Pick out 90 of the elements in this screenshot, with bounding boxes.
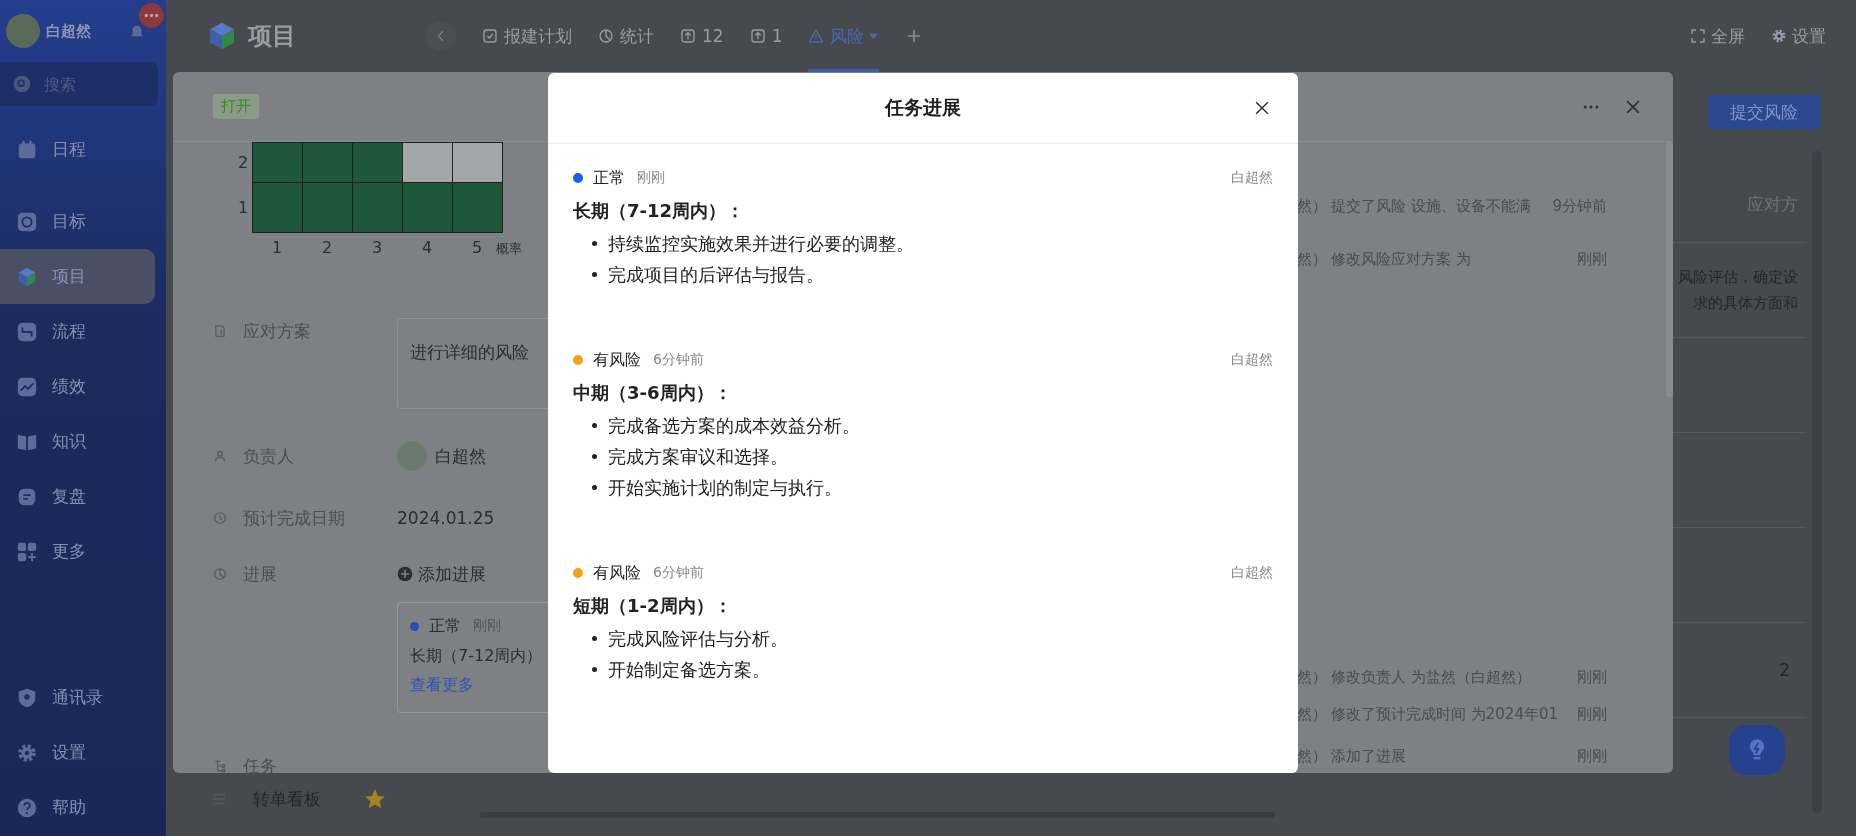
- axis-label: 1: [237, 196, 249, 219]
- progress-item: 开始实施计划的制定与执行。: [608, 476, 842, 500]
- status-tag: 打开: [213, 94, 259, 119]
- progress-item: 完成风险评估与分析。: [608, 627, 788, 651]
- time-label: 6分钟前: [653, 564, 704, 582]
- star-icon[interactable]: [365, 789, 385, 809]
- tab[interactable]: 12: [680, 0, 724, 72]
- axis-label: 1: [270, 237, 284, 257]
- nav-item[interactable]: 通讯录: [0, 670, 155, 725]
- progress-heading: 长期（7-12周内）：: [573, 199, 746, 223]
- bullet-icon: [592, 485, 597, 490]
- axis-label: 4: [420, 237, 434, 257]
- pie-icon: [213, 567, 227, 581]
- owner-name: 白超然: [435, 445, 486, 468]
- search-icon: [12, 74, 32, 94]
- person-icon: [213, 449, 227, 463]
- flow-icon: [16, 320, 38, 343]
- nav-item[interactable]: 更多: [0, 524, 155, 579]
- dialog-title: 任务进展: [885, 95, 961, 120]
- time-label: 刚刚: [637, 169, 665, 187]
- author-name: 白超然: [1231, 169, 1273, 187]
- pie-icon: [598, 28, 614, 44]
- nav-item[interactable]: 项目: [0, 249, 155, 304]
- axis-label: 3: [370, 237, 384, 257]
- progress-item: 完成备选方案的成本效益分析。: [608, 414, 860, 438]
- nav-item[interactable]: 流程: [0, 304, 155, 359]
- add-progress-button[interactable]: 添加进展: [397, 559, 548, 589]
- nav-item[interactable]: 日程: [0, 122, 155, 178]
- nav-item[interactable]: 复盘: [0, 469, 155, 524]
- more-badge-icon[interactable]: [139, 3, 164, 28]
- cube-icon: [16, 265, 38, 288]
- toolbar-button[interactable]: 设置: [1771, 24, 1826, 48]
- doc-icon: [213, 324, 227, 338]
- warning-icon: [808, 28, 825, 44]
- progress-summary: 长期（7-12周内）: [410, 645, 544, 667]
- clock-icon: [213, 511, 227, 525]
- target-icon: [16, 210, 38, 233]
- nav-item[interactable]: 绩效: [0, 359, 155, 414]
- tree-icon: [213, 759, 227, 773]
- progress-item: 完成项目的后评估与报告。: [608, 263, 824, 287]
- due-date: 2024.01.25: [397, 507, 495, 530]
- axis-label: 5: [470, 237, 484, 257]
- upload-icon: [749, 28, 766, 44]
- axis-label: 2: [237, 151, 249, 174]
- toolbar-button[interactable]: 全屏: [1690, 24, 1745, 48]
- tab[interactable]: 统计: [598, 0, 654, 72]
- assistant-button[interactable]: [1729, 725, 1785, 775]
- status-label: 有风险: [593, 349, 641, 371]
- bullet-icon: [592, 241, 597, 246]
- nav-item[interactable]: 目标: [0, 194, 155, 249]
- axis-label: 2: [320, 237, 334, 257]
- nav-item[interactable]: 设置: [0, 725, 155, 780]
- submit-risk-button[interactable]: 提交风险: [1708, 95, 1820, 129]
- tab[interactable]: 报建计划: [482, 0, 572, 72]
- collapse-button[interactable]: [426, 21, 456, 51]
- user-name: 白超然: [46, 21, 91, 41]
- upload-icon: [680, 28, 696, 44]
- status-label: 正常: [429, 615, 461, 637]
- progress-heading: 中期（3-6周内）：: [573, 381, 733, 405]
- tab[interactable]: 1: [749, 0, 783, 72]
- shield-icon: [16, 686, 38, 709]
- bullet-icon: [592, 454, 597, 459]
- help-icon: [16, 796, 38, 819]
- user-avatar[interactable]: [6, 14, 40, 48]
- progress-heading: 短期（1-2周内）：: [573, 594, 733, 618]
- chart-icon: [16, 375, 38, 398]
- calendar-icon: [16, 138, 38, 161]
- scrollbar-thumb[interactable]: [1666, 142, 1673, 397]
- expand-icon: [1690, 28, 1706, 44]
- time-label: 6分钟前: [653, 351, 704, 369]
- gear-icon: [1771, 28, 1787, 44]
- axis-title: 概率: [496, 240, 522, 258]
- author-name: 白超然: [1231, 564, 1273, 582]
- checkbox-icon: [482, 28, 498, 44]
- bullet-icon: [592, 636, 597, 641]
- progress-item: 持续监控实施效果并进行必要的调整。: [608, 232, 914, 256]
- nav-item[interactable]: 帮助: [0, 780, 155, 835]
- plus-circle-icon: [397, 566, 413, 582]
- bullet-icon: [592, 423, 597, 428]
- author-name: 白超然: [1231, 351, 1273, 369]
- progress-item: 开始制定备选方案。: [608, 658, 770, 682]
- page-title: 项目: [248, 21, 296, 52]
- bullet-icon: [592, 272, 597, 277]
- nav-item[interactable]: 知识: [0, 414, 155, 469]
- bullet-icon: [592, 667, 597, 672]
- status-label: 有风险: [593, 562, 641, 584]
- status-label: 正常: [593, 167, 625, 189]
- progress-item: 完成方案审议和选择。: [608, 445, 788, 469]
- gear-icon: [16, 741, 38, 764]
- grid-icon: [16, 540, 38, 563]
